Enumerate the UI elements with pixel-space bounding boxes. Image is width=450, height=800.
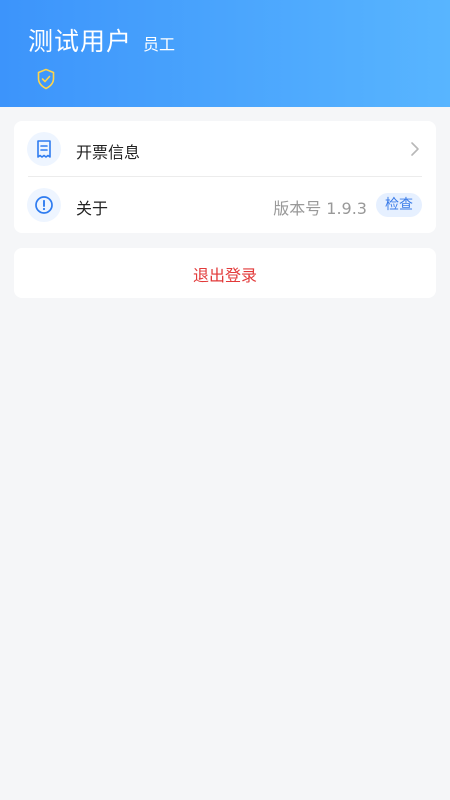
about-icon-wrap [27,188,61,222]
shield-check-icon [37,68,55,90]
invoice-icon-wrap [27,132,61,166]
about-label: 关于 [76,199,109,218]
version-text: 版本号 1.9.3 [273,199,367,218]
invoice-info-item[interactable]: 开票信息 [14,121,436,177]
check-update-button[interactable]: 检查 [376,193,422,217]
logout-button[interactable]: 退出登录 [14,248,436,298]
invoice-info-label: 开票信息 [76,143,141,162]
user-role: 员工 [143,35,176,54]
about-item[interactable]: 关于 版本号 1.9.3 检查 [14,177,436,233]
receipt-icon [37,140,51,158]
alert-circle-icon [35,196,53,214]
user-name: 测试用户 [28,27,133,56]
logout-label: 退出登录 [192,266,257,285]
menu-card: 开票信息 关于 版本号 1.9.3 检查 [14,121,436,233]
chevron-right-icon [411,142,419,156]
profile-header: 测试用户 员工 [0,0,450,107]
